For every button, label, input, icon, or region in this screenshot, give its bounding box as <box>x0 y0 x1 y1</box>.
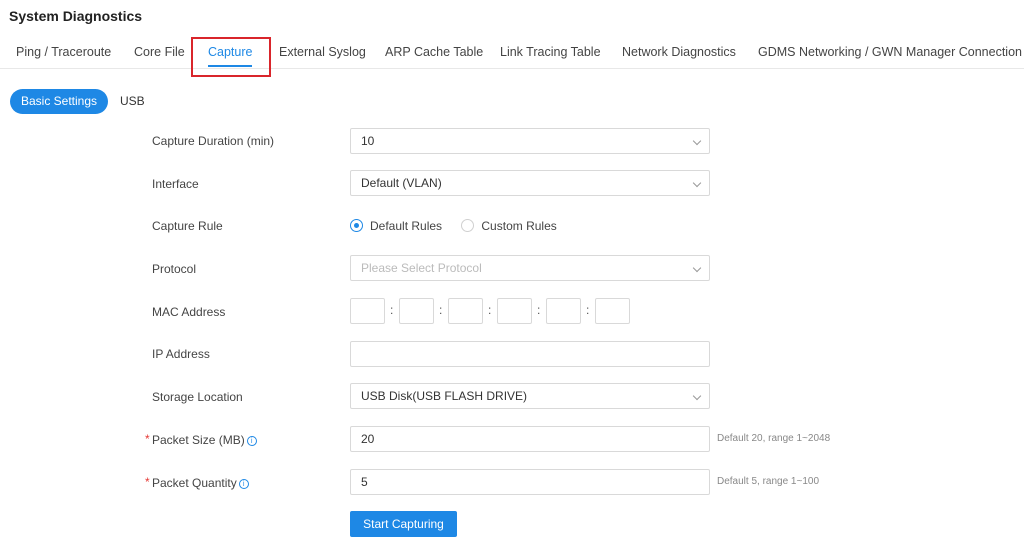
info-icon[interactable]: i <box>238 479 249 489</box>
packet-quantity-label: Packet Quantity i <box>152 476 249 490</box>
packet-size-input[interactable]: 20 <box>350 426 710 452</box>
capture-rule-radio-group: Default Rules Custom Rules <box>350 219 573 233</box>
packet-quantity-input[interactable]: 5 <box>350 469 710 495</box>
storage-location-select[interactable]: USB Disk(USB FLASH DRIVE) <box>350 383 710 409</box>
mac-address-label: MAC Address <box>152 305 226 319</box>
radio-custom-rules-label: Custom Rules <box>481 219 557 233</box>
mac-separator: : <box>537 303 541 317</box>
packet-quantity-label-text: Packet Quantity <box>152 476 237 490</box>
storage-location-value: USB Disk(USB FLASH DRIVE) <box>361 389 528 403</box>
ip-address-label: IP Address <box>152 347 210 361</box>
start-capturing-button[interactable]: Start Capturing <box>350 511 457 537</box>
mac-octet-4-input[interactable] <box>497 298 532 324</box>
capture-duration-label: Capture Duration (min) <box>152 134 275 148</box>
tab-external-syslog[interactable]: External Syslog <box>279 36 366 68</box>
required-marker: * <box>145 432 150 446</box>
tab-bar: Ping / Traceroute Core File Capture Exte… <box>0 36 1024 69</box>
chevron-down-icon <box>692 391 702 401</box>
required-marker: * <box>145 475 150 489</box>
tab-network-diagnostics[interactable]: Network Diagnostics <box>622 36 736 68</box>
tab-core-file[interactable]: Core File <box>134 36 185 68</box>
mac-octet-6-input[interactable] <box>595 298 630 324</box>
mac-octet-2-input[interactable] <box>399 298 434 324</box>
protocol-label: Protocol <box>152 262 197 276</box>
mac-separator: : <box>488 303 492 317</box>
radio-default-rules[interactable]: Default Rules <box>350 219 442 233</box>
active-tab-indicator <box>208 65 253 67</box>
capture-duration-value: 10 <box>361 134 375 148</box>
tab-arp-cache-table[interactable]: ARP Cache Table <box>385 36 483 68</box>
page-title: System Diagnostics <box>9 8 143 24</box>
packet-quantity-hint: Default 5, range 1~100 <box>717 476 820 487</box>
mac-separator: : <box>586 303 590 317</box>
interface-value: Default (VLAN) <box>361 176 442 190</box>
interface-select[interactable]: Default (VLAN) <box>350 170 710 196</box>
capture-rule-label: Capture Rule <box>152 219 223 233</box>
tab-capture[interactable]: Capture <box>208 36 253 68</box>
chevron-down-icon <box>692 178 702 188</box>
storage-location-label: Storage Location <box>152 390 243 404</box>
mac-separator: : <box>390 303 394 317</box>
info-icon[interactable]: i <box>246 436 257 446</box>
interface-label: Interface <box>152 177 199 191</box>
mac-octet-5-input[interactable] <box>546 298 581 324</box>
tab-link-tracing-table[interactable]: Link Tracing Table <box>500 36 601 68</box>
packet-size-hint: Default 20, range 1~2048 <box>717 433 831 444</box>
subtab-usb[interactable]: USB <box>120 89 145 114</box>
chevron-down-icon <box>692 136 702 146</box>
radio-default-rules-label: Default Rules <box>370 219 443 233</box>
packet-size-label-text: Packet Size (MB) <box>152 433 245 447</box>
mac-octet-3-input[interactable] <box>448 298 483 324</box>
tab-gdms-networking[interactable]: GDMS Networking / GWN Manager Connection… <box>758 36 1024 68</box>
subtab-basic-settings[interactable]: Basic Settings <box>10 89 108 114</box>
radio-selected-icon <box>350 219 363 232</box>
mac-separator: : <box>439 303 443 317</box>
protocol-placeholder: Please Select Protocol <box>361 261 482 275</box>
tab-ping-traceroute[interactable]: Ping / Traceroute <box>16 36 111 68</box>
ip-address-input[interactable] <box>350 341 710 367</box>
radio-unselected-icon <box>461 219 475 232</box>
mac-octet-1-input[interactable] <box>350 298 385 324</box>
capture-duration-select[interactable]: 10 <box>350 128 710 154</box>
protocol-select[interactable]: Please Select Protocol <box>350 255 710 281</box>
radio-custom-rules[interactable]: Custom Rules <box>461 219 557 233</box>
chevron-down-icon <box>692 263 702 273</box>
packet-size-label: Packet Size (MB) i <box>152 433 257 447</box>
tab-capture-label: Capture <box>208 45 253 59</box>
